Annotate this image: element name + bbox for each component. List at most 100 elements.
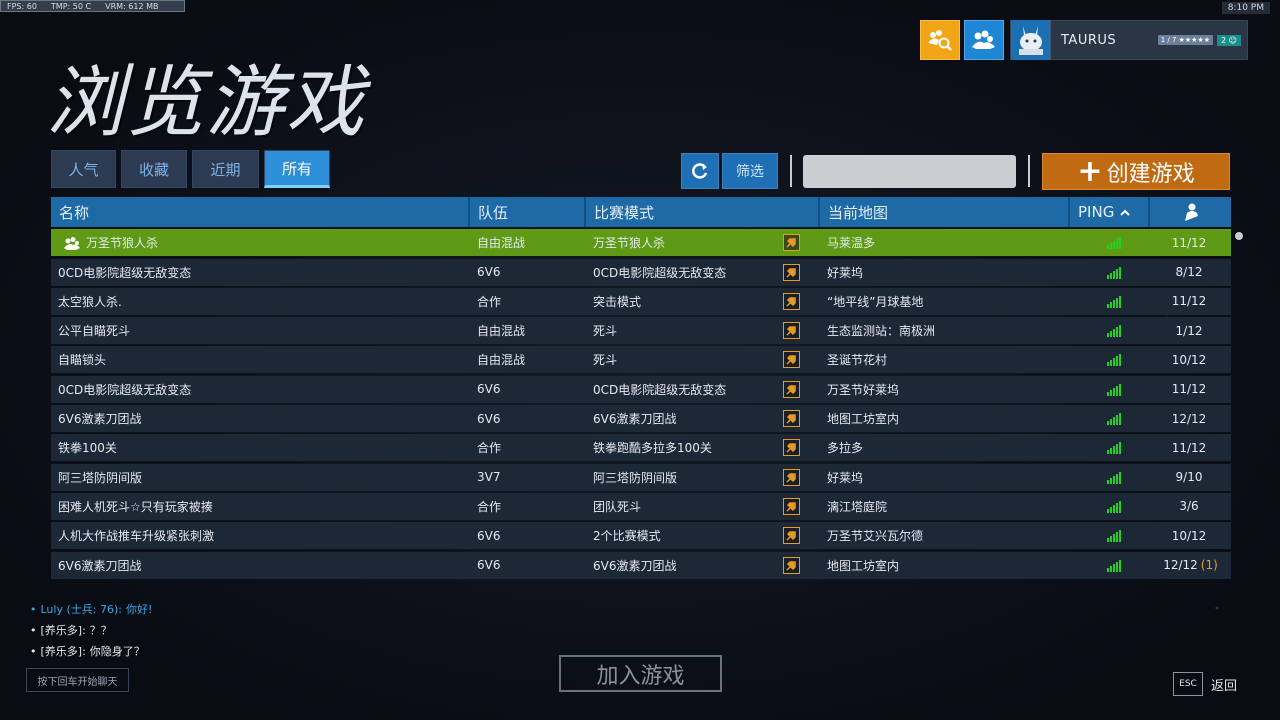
table-row[interactable]: 公平自瞄死斗 自由混战 死斗 生态监测站：南极洲 1/12 xyxy=(51,317,1231,345)
player-name: TAURUS xyxy=(1061,32,1117,48)
row-name-cell: 人机大作战推车升级紧张刺激 xyxy=(51,522,470,549)
tab-popular[interactable]: 人气 xyxy=(51,150,116,188)
row-ping xyxy=(1070,317,1150,344)
column-team[interactable]: 队伍 xyxy=(470,197,586,227)
create-game-button[interactable]: + 创建游戏 xyxy=(1042,153,1230,190)
tab-all[interactable]: 所有 xyxy=(264,150,330,188)
table-row[interactable]: 自瞄锁头 自由混战 死斗 圣诞节花村 10/12 xyxy=(51,346,1231,374)
chat-line: • [养乐多]:？？ xyxy=(30,620,152,641)
signal-bars-icon xyxy=(1107,529,1121,543)
row-ping xyxy=(1070,552,1150,579)
signal-bars-icon xyxy=(1107,324,1121,338)
divider xyxy=(1028,155,1030,187)
player-count: 11/12 xyxy=(1171,382,1207,397)
row-name-cell: 0CD电影院超级无敌变态 xyxy=(51,376,470,403)
signal-bars-icon xyxy=(1107,295,1121,308)
esc-key-hint[interactable]: ESC xyxy=(1173,672,1203,696)
column-mode[interactable]: 比赛模式 xyxy=(586,197,820,227)
chat-speaker: [养乐多]: xyxy=(40,624,86,637)
table-row[interactable]: 人机大作战推车升级紧张刺激 6V6 2个比赛模式 万圣节艾兴瓦尔德 10/12 xyxy=(51,522,1231,550)
row-players: 9/10 xyxy=(1150,464,1231,491)
row-map: 多拉多 xyxy=(827,441,864,456)
row-team: 自由混战 xyxy=(477,236,526,251)
table-row[interactable]: 铁拳100关 合作 铁拳跑酷多拉多100关 多拉多 11/12 xyxy=(51,434,1231,462)
row-mode-cell: 突击模式 xyxy=(586,288,820,315)
signal-bars-icon xyxy=(1107,471,1121,484)
row-mode-cell: 死斗 xyxy=(586,346,820,373)
tab-favorites[interactable]: 收藏 xyxy=(121,150,187,188)
row-team: 6V6 xyxy=(477,411,501,426)
server-name: 阿三塔防阴间版 xyxy=(58,470,143,485)
tab-recent[interactable]: 近期 xyxy=(192,150,259,188)
row-players: 11/12 xyxy=(1150,376,1231,403)
row-mode-cell: 6V6激素刀团战 xyxy=(586,405,820,432)
table-row[interactable]: 0CD电影院超级无敌变态 6V6 0CD电影院超级无敌变态 好莱坞 8/12 xyxy=(51,258,1231,286)
refresh-icon xyxy=(692,163,708,179)
player-count: 12/12 xyxy=(1171,411,1207,426)
player-count: 1/12 xyxy=(1175,323,1203,338)
row-name-cell: 阿三塔防阴间版 xyxy=(51,464,470,491)
row-name-cell: 0CD电影院超级无敌变态 xyxy=(51,259,470,286)
server-name: 6V6激素刀团战 xyxy=(58,558,142,573)
row-map: “地平线”月球基地 xyxy=(827,294,924,309)
column-players[interactable] xyxy=(1150,197,1231,227)
player-count: 8/12 xyxy=(1175,265,1203,280)
table-row[interactable]: 6V6激素刀团战 6V6 6V6激素刀团战 地图工坊室内 12/12 (1) xyxy=(51,551,1231,579)
scrollbar-thumb[interactable] xyxy=(1235,232,1243,240)
row-team: 自由混战 xyxy=(477,353,526,368)
row-ping xyxy=(1070,346,1150,373)
find-friends-button[interactable] xyxy=(920,20,960,60)
workshop-icon xyxy=(783,556,800,574)
filter-button[interactable]: 筛选 xyxy=(722,153,778,189)
server-name: 铁拳100关 xyxy=(58,441,117,456)
table-row[interactable]: 0CD电影院超级无敌变态 6V6 0CD电影院超级无敌变态 万圣节好莱坞 11/12 xyxy=(51,375,1231,403)
row-team: 6V6 xyxy=(477,265,501,280)
workshop-icon xyxy=(783,527,800,545)
row-map: 万圣节艾兴瓦尔德 xyxy=(827,529,924,544)
performance-overlay: FPS: 60 TMP: 50 C VRM: 612 MB xyxy=(0,0,185,12)
group-search-icon xyxy=(928,30,952,51)
row-ping xyxy=(1070,522,1150,549)
row-mode-cell: 6V6激素刀团战 xyxy=(586,552,820,579)
list-scrollbar[interactable] xyxy=(1235,232,1243,577)
row-mode: 万圣节狼人杀 xyxy=(593,236,666,251)
back-button[interactable]: 返回 xyxy=(1211,675,1237,694)
row-mode-cell: 团队死斗 xyxy=(586,493,820,520)
search-input[interactable] xyxy=(803,155,1016,188)
column-name[interactable]: 名称 xyxy=(51,197,470,227)
server-name: 太空狼人杀. xyxy=(58,294,122,309)
join-game-button[interactable]: 加入游戏 xyxy=(559,655,722,692)
table-row[interactable]: 阿三塔防阴间版 3V7 阿三塔防阴间版 好莱坞 9/10 xyxy=(51,463,1231,491)
chat-hint[interactable]: 按下回车开始聊天 xyxy=(26,668,129,692)
server-name: 公平自瞄死斗 xyxy=(58,324,131,339)
signal-bars-icon xyxy=(1107,559,1121,572)
sort-ascending-icon xyxy=(1120,209,1131,216)
column-map[interactable]: 当前地图 xyxy=(820,197,1070,227)
signal-bars-icon xyxy=(1107,266,1121,279)
row-mode: 0CD电影院超级无敌变态 xyxy=(593,382,727,397)
table-row[interactable]: 太空狼人杀. 合作 突击模式 “地平线”月球基地 11/12 xyxy=(51,287,1231,315)
avatar-icon xyxy=(1018,26,1043,55)
row-name-cell: 6V6激素刀团战 xyxy=(51,552,470,579)
row-team: 合作 xyxy=(477,294,502,309)
refresh-button[interactable] xyxy=(681,153,719,189)
row-mode: 2个比赛模式 xyxy=(593,529,661,544)
table-row[interactable]: 6V6激素刀团战 6V6 6V6激素刀团战 地图工坊室内 12/12 xyxy=(51,405,1231,433)
chat-message: 你隐身了？ xyxy=(89,645,145,658)
social-button[interactable] xyxy=(964,20,1004,60)
table-row[interactable]: 万圣节狼人杀 自由混战 万圣节狼人杀 马莱温多 11/12 xyxy=(51,229,1231,257)
row-mode: 6V6激素刀团战 xyxy=(593,412,677,427)
row-mode-cell: 阿三塔防阴间版 xyxy=(586,464,820,491)
player-profile[interactable]: TAURUS 1 / 7 ★★★★★ 2 ☺ xyxy=(1010,20,1248,60)
column-ping[interactable]: PING xyxy=(1070,197,1150,227)
player-count: 9/10 xyxy=(1175,470,1203,485)
create-game-label: 创建游戏 xyxy=(1106,161,1195,187)
table-row[interactable]: 困难人机死斗☆只有玩家被揍 合作 团队死斗 漓江塔庭院 3/6 xyxy=(51,492,1231,520)
row-ping xyxy=(1070,405,1150,432)
row-name-cell: 困难人机死斗☆只有玩家被揍 xyxy=(51,493,470,520)
row-map: 漓江塔庭院 xyxy=(827,499,888,514)
row-players: 1/12 xyxy=(1150,317,1231,344)
player-icon xyxy=(1184,203,1198,221)
row-mode-cell: 万圣节狼人杀 xyxy=(586,229,820,256)
row-name-cell: 6V6激素刀团战 xyxy=(51,405,470,432)
